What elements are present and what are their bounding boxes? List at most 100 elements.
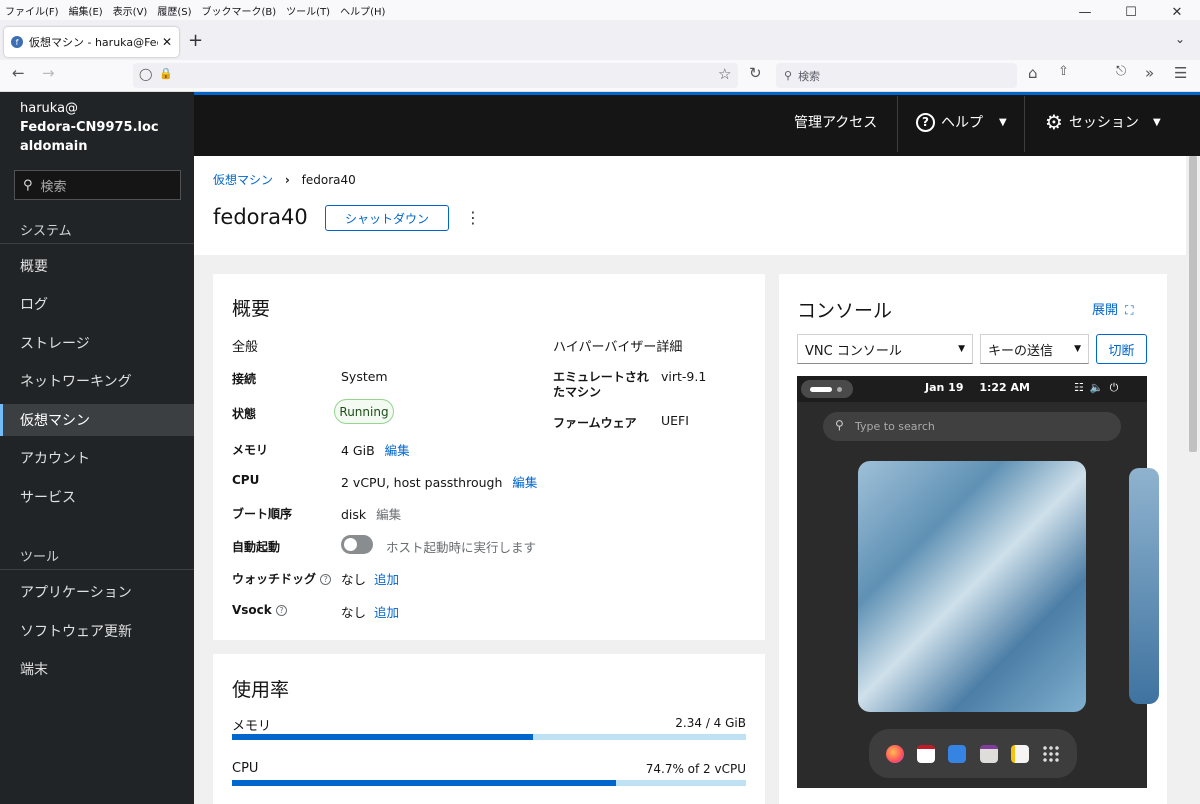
send-key-select[interactable]: キーの送信 ▼ [980,334,1089,364]
divider [897,96,898,152]
caret-down-icon: ▼ [1152,116,1161,128]
extensions-icon[interactable]: ⎋ [1116,64,1126,79]
search-icon: ⚲ [23,177,33,193]
lock-icon[interactable]: 🔒 [159,67,173,80]
connection-label: 接続 [232,372,257,386]
sidebar-item-logs[interactable]: ログ [0,288,194,320]
scrollbar-thumb[interactable] [1189,156,1197,452]
guest-workspace-thumbnail[interactable] [858,461,1086,712]
connection-value: System [341,369,388,384]
new-tab-icon[interactable]: + [188,30,203,51]
memory-value-text: 4 GiB [341,443,375,458]
status-badge: Running [334,399,394,424]
memory-edit-link[interactable]: 編集 [385,443,410,458]
disconnect-button[interactable]: 切断 [1096,334,1147,364]
autostart-label: 自動起動 [232,540,281,554]
forward-icon[interactable]: → [42,64,55,82]
sidebar-item-terminal[interactable]: 端末 [0,653,194,685]
calendar-icon[interactable] [916,744,935,763]
firmware-label: ファームウェア [553,416,637,430]
sidebar-search-input[interactable]: ⚲ 検索 [14,170,181,200]
menu-edit[interactable]: 編集(E) [64,3,108,18]
console-type-value: VNC コンソール [805,343,902,359]
menu-history[interactable]: 履歴(S) [152,3,196,18]
guest-search-input[interactable]: ⚲ Type to search [823,412,1121,441]
search-icon: ⚲ [835,418,844,432]
app-grid-icon[interactable] [1042,744,1061,763]
shutdown-button[interactable]: シャットダウン [325,205,449,231]
reload-icon[interactable]: ↻ [749,64,762,82]
text-editor-icon[interactable] [1010,744,1029,763]
menu-tools[interactable]: ツール(T) [281,3,335,18]
sidebar-search-placeholder: 検索 [40,179,67,195]
cpu-progress-bar [232,780,746,786]
workspace-dot [837,387,842,392]
help-icon[interactable]: ? [275,605,287,616]
menu-file[interactable]: ファイル(F) [0,3,64,18]
watchdog-value-text: なし [341,572,367,587]
host-user: haruka@ [20,101,79,116]
emulated-machine-value: virt-9.1 [661,369,707,384]
cpu-edit-link[interactable]: 編集 [512,475,537,490]
boot-order-edit-link[interactable]: 編集 [376,507,401,522]
app-menu-icon[interactable]: ☰ [1174,64,1187,82]
vsock-label: Vsock ? [232,603,287,617]
autostart-toggle[interactable] [341,535,373,554]
general-heading: 全般 [232,340,259,355]
sidebar-item-accounts[interactable]: アカウント [0,442,194,474]
firefox-icon[interactable] [885,744,904,763]
menu-help[interactable]: ヘルプ(H) [335,3,390,18]
menu-bookmarks[interactable]: ブックマーク(B) [197,3,282,18]
state-label: 状態 [232,407,257,421]
tab-close-icon[interactable]: ✕ [162,35,172,49]
browser-tab[interactable]: f 仮想マシン - haruka@Fedora-CN9975.localdoma… [4,27,179,57]
page-scrollbar[interactable] [1186,156,1200,804]
emulated-machine-label: エミュレートされたマシン [553,370,649,399]
bookmark-star-icon[interactable]: ☆ [718,65,731,83]
help-icon[interactable]: ? [320,574,332,585]
files-icon[interactable] [948,744,967,763]
sidebar-item-virtual-machines[interactable]: 仮想マシン [0,404,194,436]
guest-dock [869,729,1077,778]
fedora-favicon-icon: f [11,36,23,48]
tab-list-chevron-icon[interactable]: ⌄ [1175,32,1185,46]
pocket-icon[interactable]: ⇧ [1058,64,1069,79]
cpu-value-text: 2 vCPU, host passthrough [341,475,503,490]
sidebar-item-networking[interactable]: ネットワーキング [0,365,194,397]
sidebar-item-storage[interactable]: ストレージ [0,327,194,359]
sidebar-item-services[interactable]: サービス [0,481,194,513]
guest-status-icons[interactable]: ☷🔈⏻ [1074,381,1124,395]
kebab-menu-icon[interactable]: ⋮ [465,208,481,227]
help-menu-button[interactable]: ? ヘルプ ▼ [916,107,1007,137]
workspace-dot [810,387,832,392]
browser-search-input[interactable]: ⚲ 検索 [776,63,1017,88]
menu-view[interactable]: 表示(V) [108,3,153,18]
sidebar-item-overview[interactable]: 概要 [0,250,194,282]
guest-activities-indicator[interactable] [801,380,853,398]
vsock-add-link[interactable]: 追加 [374,605,399,620]
memory-value: 4 GiB 編集 [341,440,410,459]
host-switcher[interactable]: haruka@ Fedora-CN9975.localdomain [20,99,160,156]
breadcrumb-vms-link[interactable]: 仮想マシン [213,173,273,187]
watchdog-add-link[interactable]: 追加 [374,572,399,587]
shield-icon[interactable]: ◯ [139,67,152,81]
expand-button[interactable]: 展開 ⛶ [1092,299,1134,318]
sidebar-item-software-updates[interactable]: ソフトウェア更新 [0,615,194,647]
overview-title: 概要 [232,298,271,320]
overflow-chevron-icon[interactable]: » [1145,64,1154,82]
network-icon: ☷ [1074,381,1090,394]
session-menu-button[interactable]: ⚙ セッション ▼ [1045,107,1161,137]
back-icon[interactable]: ← [12,64,25,82]
software-icon[interactable] [979,744,998,763]
memory-progress-fill [232,734,533,740]
boot-order-value: disk 編集 [341,504,401,523]
home-icon[interactable]: ⌂ [1028,64,1038,82]
guest-clock[interactable]: Jan 19 1:22 AM [925,381,1030,394]
url-bar[interactable]: ◯ 🔒 ☆ [133,63,738,88]
admin-access-button[interactable]: 管理アクセス [794,107,877,137]
sidebar-item-applications[interactable]: アプリケーション [0,576,194,608]
autostart-value: ホスト起動時に実行します [386,540,537,555]
console-type-select[interactable]: VNC コンソール ▼ [797,334,973,364]
section-tools: ツール [20,550,60,565]
guest-workspace-thumbnail-next[interactable] [1129,468,1159,704]
